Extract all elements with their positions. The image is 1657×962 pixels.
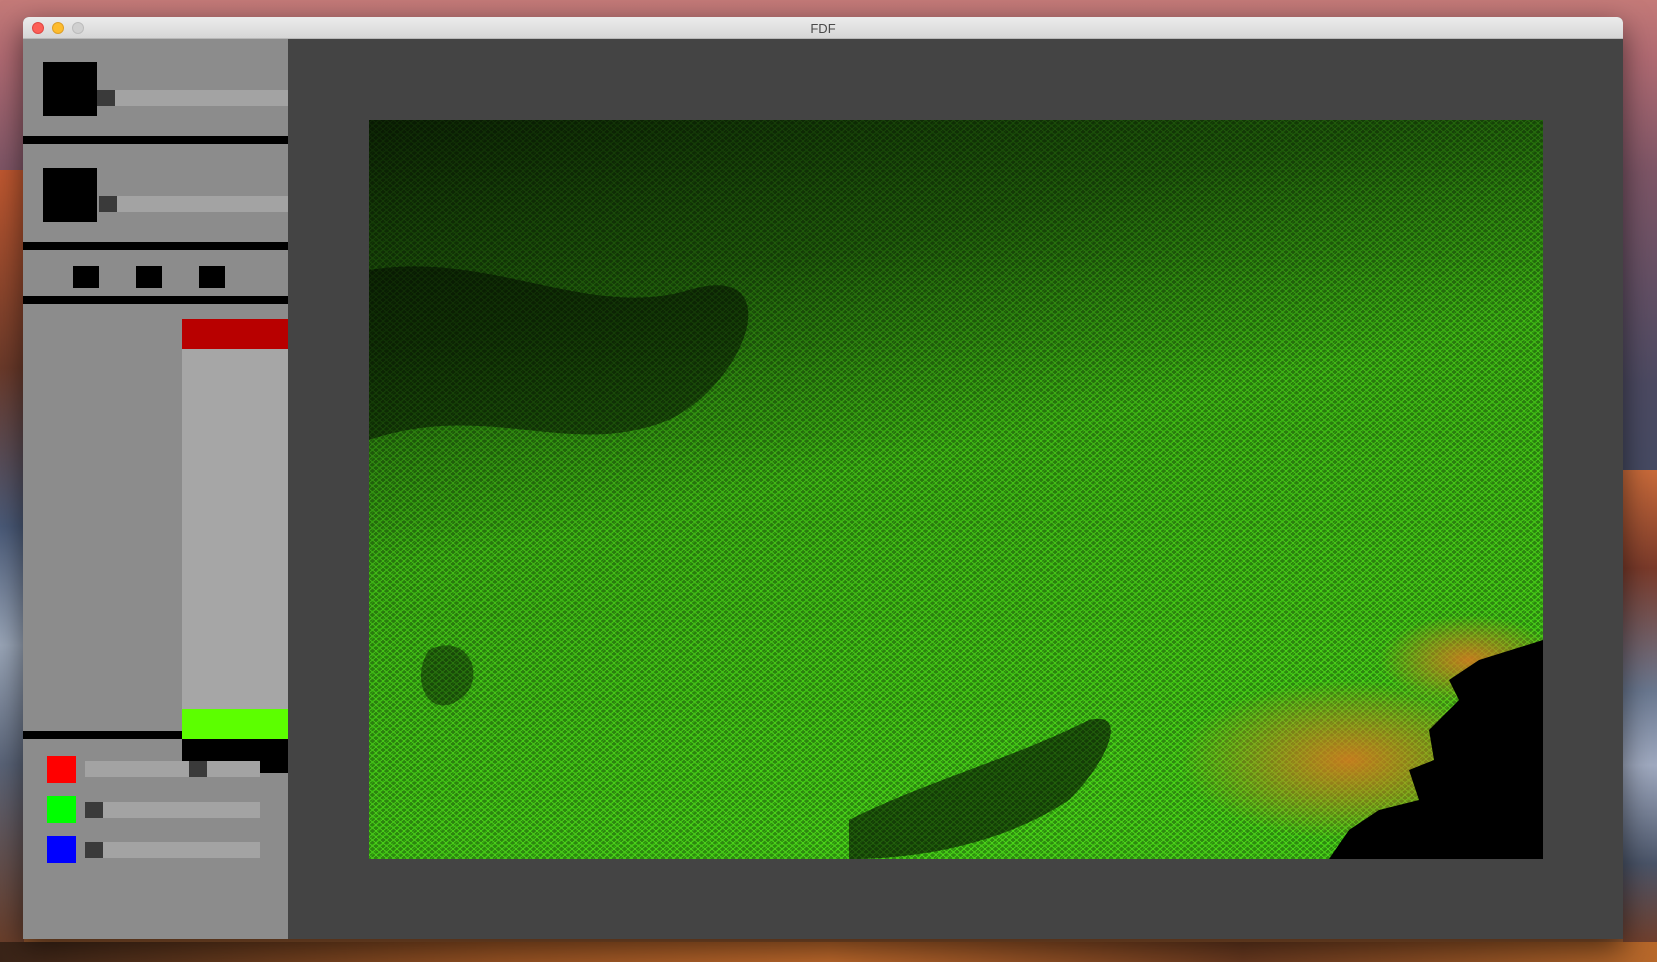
gradient-top-color[interactable] [182,319,288,349]
projection-button-2[interactable] [136,266,162,288]
projection-button-3[interactable] [199,266,225,288]
green-swatch [47,796,76,823]
slider-1-knob[interactable] [97,90,115,106]
projection-button-1[interactable] [73,266,99,288]
divider [23,136,288,144]
blue-slider-track[interactable] [85,842,260,858]
slider-2-knob[interactable] [99,196,117,212]
divider [23,296,288,304]
red-slider-knob[interactable] [189,761,207,777]
desktop-wallpaper-bottom [0,942,1657,962]
divider [23,731,182,739]
red-swatch [47,756,76,783]
slider-1-track[interactable] [97,90,288,106]
control-sidebar [23,39,288,939]
color-gradient-preview [182,319,288,739]
slider-2-track[interactable] [99,196,288,212]
green-slider-knob[interactable] [85,802,103,818]
blue-slider-knob[interactable] [85,842,103,858]
control-square-1[interactable] [43,62,97,116]
wireframe-render[interactable] [369,120,1543,859]
blue-swatch [47,836,76,863]
desktop-wallpaper-left [0,170,24,962]
green-slider-track[interactable] [85,802,260,818]
control-square-2[interactable] [43,168,97,222]
window-title: FDF [810,21,836,36]
desktop-wallpaper-right [1623,470,1657,962]
divider [23,242,288,250]
title-bar[interactable]: FDF [23,17,1623,39]
red-slider-track[interactable] [85,761,260,777]
gradient-bottom-color[interactable] [182,709,288,739]
